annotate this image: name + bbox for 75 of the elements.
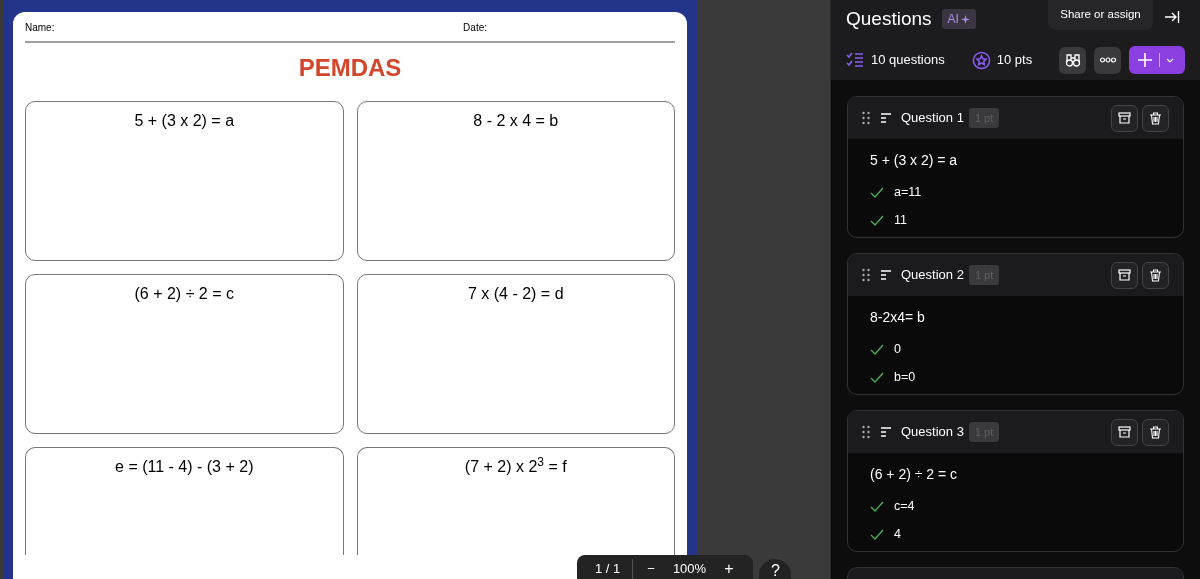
- archive-icon: [1118, 426, 1131, 438]
- more-options-button[interactable]: [1094, 46, 1121, 74]
- drag-handle[interactable]: [862, 425, 870, 439]
- zoom-level: 100%: [671, 560, 708, 579]
- problem-text: 5 + (3 x 2) = a: [134, 111, 235, 131]
- drag-icon: [862, 268, 870, 282]
- check-icon: [870, 186, 884, 198]
- problem-text: 8 - 2 x 4 = b: [473, 111, 559, 131]
- answer-box[interactable]: e = (11 - 4) - (3 + 2): [25, 447, 344, 555]
- question-title: Question 1: [901, 109, 964, 128]
- chevron-down-icon: [1166, 57, 1174, 63]
- question-title: Question 2: [901, 266, 964, 285]
- lines-icon: [880, 112, 892, 124]
- problem-text: 7 x (4 - 2) = d: [467, 284, 564, 304]
- question-prompt: (6 + 2) ÷ 2 = c: [870, 465, 959, 484]
- worksheet-title: PEMDAS: [297, 53, 403, 83]
- answer-box[interactable]: 7 x (4 - 2) = d: [356, 274, 675, 434]
- answer-box[interactable]: 5 + (3 x 2) = a: [25, 101, 344, 261]
- drag-icon: [862, 111, 870, 125]
- add-question-button[interactable]: [1129, 46, 1185, 74]
- lines-icon: [880, 426, 892, 438]
- name-label: Name:: [25, 21, 55, 35]
- answer-option: b=0: [894, 367, 916, 387]
- zoom-out-button[interactable]: −: [633, 559, 669, 579]
- answer-option: 0: [894, 340, 901, 359]
- checklist-icon: [846, 52, 864, 68]
- trash-icon: [1149, 268, 1162, 282]
- tooltip: Share or assign: [1048, 0, 1153, 30]
- star-badge-icon: [971, 50, 991, 70]
- collapse-panel-button[interactable]: [1164, 10, 1180, 24]
- arrow-to-line-icon: [1164, 10, 1180, 24]
- delete-button[interactable]: [1142, 261, 1169, 289]
- points-total: 10 pts: [996, 51, 1033, 70]
- archive-icon: [1118, 269, 1131, 281]
- question-count: 10 questions: [871, 51, 945, 70]
- question-prompt: 8-2x4= b: [870, 308, 926, 327]
- archive-button[interactable]: [1111, 104, 1138, 132]
- ai-badge[interactable]: AI: [941, 9, 976, 29]
- delete-button[interactable]: [1142, 418, 1169, 446]
- page-indicator: 1 / 1: [594, 560, 622, 579]
- plus-icon: [1137, 52, 1153, 68]
- answer-box[interactable]: (6 + 2) ÷ 2 = c: [25, 274, 344, 434]
- drag-handle[interactable]: [862, 268, 870, 282]
- problem-text: (6 + 2) ÷ 2 = c: [134, 284, 234, 304]
- problem-text: e = (11 - 4) - (3 + 2): [115, 457, 254, 477]
- question-title: Question 3: [901, 423, 964, 442]
- trash-icon: [1149, 111, 1162, 125]
- sparkle-icon: [960, 14, 970, 24]
- more-icon: [1099, 57, 1116, 63]
- question-prompt: 5 + (3 x 2) = a: [870, 151, 959, 170]
- trash-icon: [1149, 425, 1162, 439]
- help-button[interactable]: ?: [759, 559, 792, 579]
- check-icon: [870, 500, 884, 512]
- archive-icon: [1118, 112, 1131, 124]
- drag-icon: [862, 425, 870, 439]
- check-icon: [870, 528, 884, 540]
- check-icon: [870, 343, 884, 355]
- check-icon: [870, 214, 884, 226]
- answer-box[interactable]: 8 - 2 x 4 = b: [356, 101, 675, 261]
- delete-button[interactable]: [1142, 104, 1169, 132]
- panel-title: Questions: [846, 6, 932, 31]
- answer-option: 11: [894, 210, 907, 230]
- problem-text: (7 + 2) x 2$^{3}$ = f: [464, 455, 567, 477]
- lines-icon: [880, 269, 892, 281]
- zoom-in-button[interactable]: +: [710, 557, 748, 579]
- answer-option: c=4: [894, 497, 915, 516]
- archive-button[interactable]: [1111, 261, 1138, 289]
- date-label: Date:: [463, 21, 487, 35]
- binoculars-icon: [1064, 52, 1081, 68]
- check-icon: [870, 371, 884, 383]
- answer-option: 4: [894, 524, 901, 544]
- archive-button[interactable]: [1111, 418, 1138, 446]
- preview-button[interactable]: [1059, 46, 1086, 74]
- answer-option: a=11: [894, 183, 922, 202]
- drag-handle[interactable]: [862, 111, 870, 125]
